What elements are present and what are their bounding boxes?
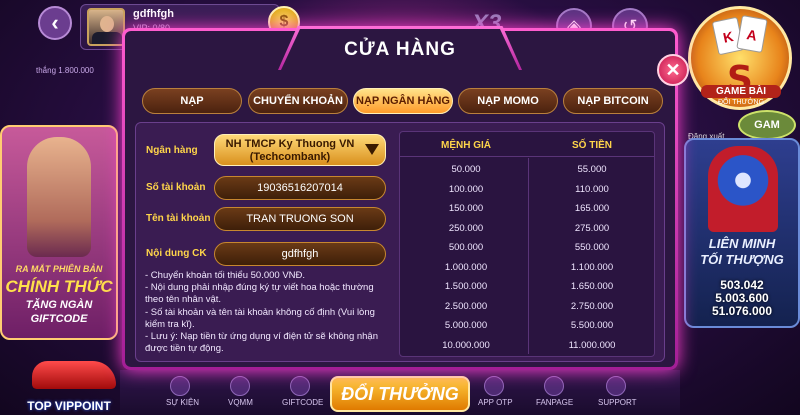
side-game-icon[interactable]: GAM: [738, 110, 796, 140]
jackpot-value: 5.003.600: [715, 291, 769, 305]
denomination-cell: 150.000: [448, 203, 484, 214]
account-number-label: Số tài khoản: [146, 182, 206, 193]
modal-title-box: CỬA HÀNG: [281, 29, 519, 70]
amount-cell: 165.000: [574, 203, 610, 214]
denomination-cell: 1.000.000: [444, 261, 488, 273]
car-icon: [32, 361, 116, 389]
promo-line-3: TẶNG NGÀN: [25, 299, 93, 311]
game-logo: K A S GAME BÀI ĐỔI THƯỞNG: [688, 6, 792, 110]
right-game-banner[interactable]: LIÊN MINH TỐI THƯỢNG 503.042 5.003.600 5…: [684, 138, 800, 328]
denomination-cell: 500.000: [448, 242, 484, 253]
fanpage-icon[interactable]: [544, 376, 564, 396]
hero-character-image: [708, 146, 778, 232]
note-line: - Số tài khoản và tên tài khoản không cố…: [145, 306, 375, 330]
close-icon: ✕: [665, 59, 681, 80]
nav-event[interactable]: SỰ KIỆN: [166, 398, 199, 407]
amount-cell: 550.000: [574, 242, 610, 253]
jackpot-value: 503.042: [720, 278, 764, 292]
account-name-label: Tên tài khoản: [146, 213, 211, 224]
dropdown-arrow-icon: [365, 144, 379, 155]
logo-subtitle-2: ĐỔI THƯỞNG: [717, 99, 765, 106]
table-header-denomination: MỆNH GIÁ: [441, 140, 491, 151]
promo-line-1: RA MẮT PHIÊN BẢN: [15, 264, 103, 274]
tab-nap-bitcoin[interactable]: NẠP BITCOIN: [563, 88, 663, 114]
rate-table: MỆNH GIÁ SỐ TIỀN 50.000 55.000 100.000 110.…: [399, 131, 655, 357]
logo-subtitle: GAME BÀI: [701, 85, 781, 98]
denomination-cell: 250.000: [448, 222, 484, 234]
otp-icon[interactable]: [484, 376, 504, 396]
note-line: - Lưu ý: Nạp tiền từ ứng dụng ví điện tử…: [145, 331, 378, 355]
game-title-2: TỐI THƯỢNG: [700, 252, 784, 267]
nav-fanpage[interactable]: FANPAGE: [536, 398, 573, 407]
amount-cell: 110.000: [575, 183, 609, 195]
bank-label: Ngân hàng: [146, 145, 198, 156]
redeem-button[interactable]: ĐỔI THƯỞNG: [330, 376, 470, 412]
denomination-cell: 10.000.000: [442, 339, 490, 351]
tab-chuyen-khoan[interactable]: CHUYỂN KHOẢN: [248, 88, 348, 114]
transfer-content-label: Nội dung CK: [146, 248, 207, 259]
left-promo-banner[interactable]: RA MẮT PHIÊN BẢN CHÍNH THỨC TẶNG NGÀN GI…: [0, 125, 118, 340]
jackpot-ticker: thắng 1.800.000: [36, 66, 94, 75]
support-icon[interactable]: [606, 376, 626, 396]
nav-giftcode[interactable]: GIFTCODE: [282, 398, 323, 407]
gift-icon[interactable]: [290, 376, 310, 396]
avatar[interactable]: [87, 8, 125, 46]
denomination-cell: 5.000.000: [444, 320, 488, 331]
bank-name: NH TMCP Ky Thuong VN: [225, 138, 355, 150]
denomination-cell: 1.500.000: [444, 281, 488, 292]
amount-cell: 2.750.000: [570, 300, 614, 312]
table-header-amount: SỐ TIỀN: [571, 140, 612, 151]
promo-line-4: GIFTCODE: [30, 313, 88, 325]
account-number-field[interactable]: 19036516207014: [214, 176, 386, 200]
close-button[interactable]: ✕: [657, 54, 689, 86]
bank-short-name: (Techcombank): [249, 151, 331, 163]
top-vippoint-label: TOP VIPPOINT: [27, 399, 111, 413]
amount-cell: 275.000: [574, 222, 610, 234]
nav-support[interactable]: SUPPORT: [598, 398, 637, 407]
amount-cell: 55.000: [577, 164, 607, 175]
wheel-icon[interactable]: [230, 376, 250, 396]
tab-nap-momo[interactable]: NẠP MOMO: [458, 88, 558, 114]
amount-cell: 1.650.000: [570, 281, 614, 292]
account-name-field[interactable]: TRAN TRUONG SON: [214, 207, 386, 231]
event-icon[interactable]: [170, 376, 190, 396]
transfer-content-field[interactable]: gdfhfgh: [214, 242, 386, 266]
back-button[interactable]: ‹: [38, 6, 72, 40]
jackpot-value: 51.076.000: [711, 304, 773, 318]
tab-nap[interactable]: NẠP: [142, 88, 242, 114]
top-vippoint-button[interactable]: TOP VIPPOINT: [14, 355, 124, 413]
chevron-left-icon: ‹: [51, 10, 59, 35]
amount-cell: 11.000.000: [568, 339, 616, 351]
card-a-icon: A: [736, 15, 768, 53]
note-line: - Nội dung phải nhập đúng ký tự viết hoa…: [145, 282, 374, 306]
tab-nap-ngan-hang[interactable]: NẠP NGÂN HÀNG: [353, 88, 453, 114]
bank-select[interactable]: NH TMCP Ky Thuong VN (Techcombank): [214, 134, 386, 166]
denomination-cell: 50.000: [451, 164, 481, 175]
nav-app-otp[interactable]: APP OTP: [478, 398, 513, 407]
game-title-1: LIÊN MINH: [708, 236, 776, 251]
denomination-cell: 2.500.000: [444, 300, 488, 312]
nav-vqmm[interactable]: VQMM: [228, 398, 253, 407]
amount-cell: 5.500.000: [570, 320, 614, 331]
username: gdfhfgh: [133, 8, 174, 20]
promo-line-2: CHÍNH THỨC: [5, 277, 113, 296]
denomination-cell: 100.000: [448, 183, 484, 195]
promo-character-image: [27, 137, 91, 257]
modal-title: CỬA HÀNG: [344, 38, 456, 60]
amount-cell: 1.100.000: [570, 261, 614, 273]
note-line: - Chuyển khoản tối thiểu 50.000 VNĐ.: [145, 270, 306, 281]
transfer-notes: - Chuyển khoản tối thiểu 50.000 VNĐ. - N…: [145, 270, 393, 355]
